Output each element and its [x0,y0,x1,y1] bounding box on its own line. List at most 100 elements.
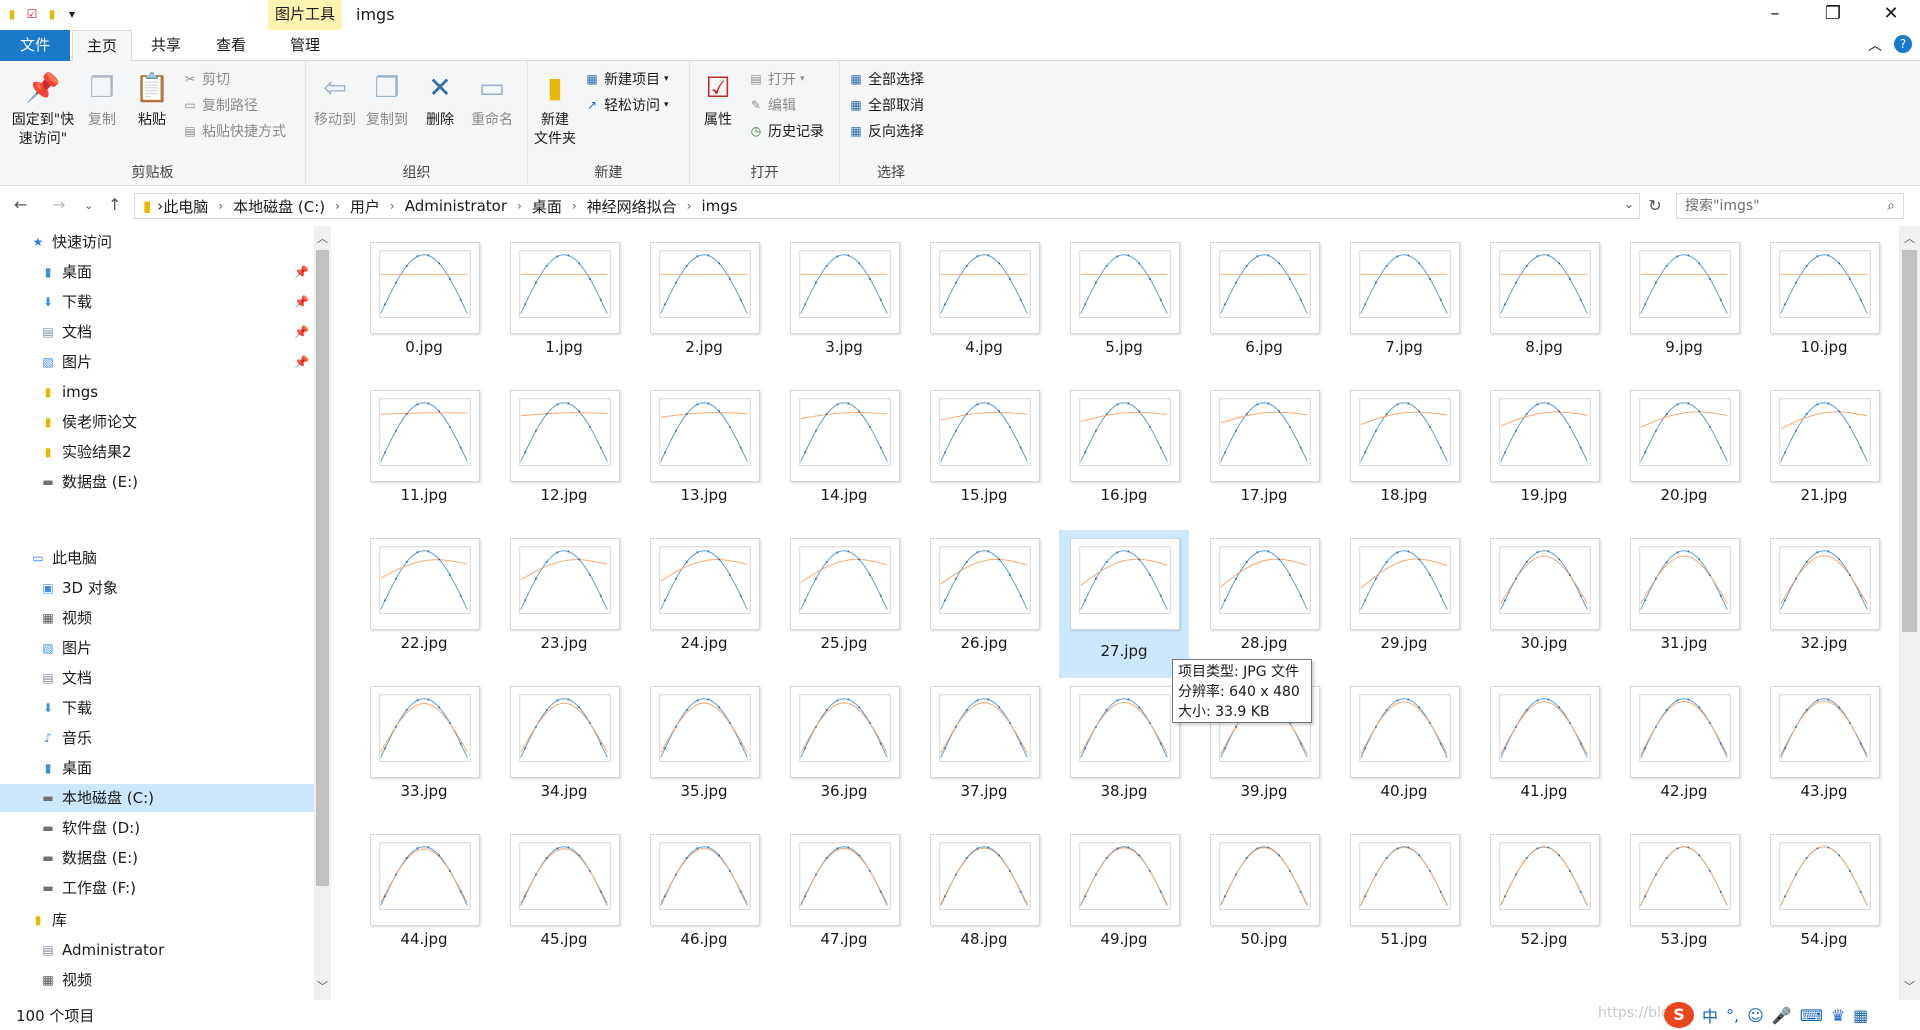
file-tile[interactable]: 48.jpg [919,826,1049,948]
close-button[interactable]: ✕ [1862,0,1920,30]
file-tile[interactable]: 31.jpg [1619,530,1749,652]
skin-icon[interactable]: ♛ [1831,1006,1845,1025]
toolbox-icon[interactable]: ▦ [1853,1006,1868,1025]
nav-item[interactable]: ▬ 工作盘 (F:) [40,874,136,902]
nav-item[interactable]: ▮ 桌面 [40,754,92,782]
cut-button[interactable]: ✂ 剪切 [182,69,230,89]
nav-item[interactable]: ▭ 此电脑 [30,544,97,572]
nav-item[interactable]: ⬇ 下载 [40,288,92,316]
file-tile[interactable]: 37.jpg [919,678,1049,800]
easy-access-button[interactable]: ↗ 轻松访问 ▾ [584,95,669,115]
file-tile[interactable]: 0.jpg [359,234,489,356]
file-tile[interactable]: 40.jpg [1339,678,1469,800]
nav-item[interactable]: ▮ 桌面 [40,258,92,286]
nav-item[interactable]: ▤ 文档 [40,664,92,692]
nav-item[interactable]: ▬ 数据盘 (E:) [40,844,138,872]
file-tile[interactable]: 8.jpg [1479,234,1609,356]
chevron-right-icon[interactable]: › [390,199,395,213]
breadcrumb-item[interactable]: Administrator [405,197,507,215]
nav-item[interactable]: ▣ 3D 对象 [40,574,118,602]
rename-button[interactable]: ▭ 重命名 [464,67,520,130]
nav-item[interactable]: ▬ 数据盘 (E:) [40,468,138,496]
invert-selection-button[interactable]: ▦ 反向选择 [848,121,924,141]
nav-item[interactable]: ▮ imgs [40,378,98,406]
move-to-button[interactable]: ⇦ 移动到 [310,67,360,130]
file-tile[interactable]: 26.jpg [919,530,1049,652]
tab-manage[interactable]: 管理 [270,30,340,61]
file-tile[interactable]: 15.jpg [919,382,1049,504]
ime-language[interactable]: 中 [1702,1003,1718,1027]
paste-shortcut-button[interactable]: ▤ 粘贴快捷方式 [182,121,286,141]
file-tile[interactable]: 19.jpg [1479,382,1609,504]
file-tile[interactable]: 13.jpg [639,382,769,504]
file-tile[interactable]: 4.jpg [919,234,1049,356]
new-item-button[interactable]: ▦ 新建项目 ▾ [584,69,668,89]
file-tile[interactable]: 33.jpg [359,678,489,800]
file-tile[interactable]: 1.jpg [499,234,629,356]
breadcrumb-item[interactable]: 神经网络拟合 [587,196,677,217]
file-tile[interactable]: 43.jpg [1759,678,1889,800]
navigation-scrollbar[interactable]: ︿ ﹀ [314,226,331,1000]
chevron-right-icon[interactable]: › [218,199,223,213]
copy-path-button[interactable]: ▭ 复制路径 [182,95,258,115]
scrollbar-thumb[interactable] [316,250,329,886]
file-tile[interactable]: 47.jpg [779,826,909,948]
delete-button[interactable]: ✕ 删除 [418,67,462,130]
select-none-button[interactable]: ▦ 全部取消 [848,95,924,115]
breadcrumb-item[interactable]: 此电脑 [163,196,208,217]
copy-to-button[interactable]: ❐ 复制到 [362,67,412,130]
file-tile[interactable]: 28.jpg [1199,530,1329,652]
scroll-up-icon[interactable]: ︿ [314,230,331,246]
punctuation-icon[interactable]: °, [1726,1006,1739,1025]
nav-item[interactable]: ▦ 视频 [40,966,92,994]
file-tile[interactable]: 5.jpg [1059,234,1189,356]
tab-share[interactable]: 共享 [140,30,192,61]
pin-icon[interactable]: 📌 [294,325,309,339]
nav-item[interactable]: ▮ 库 [30,906,67,934]
recent-locations-icon[interactable]: ⌄ [84,199,93,212]
open-button[interactable]: ▤ 打开 ▾ [748,69,804,89]
file-tile[interactable]: 2.jpg [639,234,769,356]
file-tile[interactable]: 35.jpg [639,678,769,800]
pin-icon[interactable]: 📌 [294,295,309,309]
file-tile[interactable]: 22.jpg [359,530,489,652]
nav-item[interactable]: ▧ 图片 [40,634,92,662]
breadcrumb-item[interactable]: 桌面 [532,196,562,217]
file-tile[interactable]: 3.jpg [779,234,909,356]
file-tile[interactable]: 36.jpg [779,678,909,800]
scroll-up-icon[interactable]: ︿ [1899,230,1920,246]
select-all-button[interactable]: ▦ 全部选择 [848,69,924,89]
back-arrow-icon[interactable]: ← [14,195,27,214]
file-tile[interactable]: 29.jpg [1339,530,1469,652]
file-tile[interactable]: 21.jpg [1759,382,1889,504]
file-tile[interactable]: 30.jpg [1479,530,1609,652]
nav-item[interactable]: ⬇ 下载 [40,694,92,722]
up-arrow-icon[interactable]: ↑ [108,195,121,214]
chevron-right-icon[interactable]: › [335,199,340,213]
chevron-right-icon[interactable]: › [572,199,577,213]
file-tile[interactable]: 32.jpg [1759,530,1889,652]
forward-arrow-icon[interactable]: → [52,195,65,214]
tab-file[interactable]: 文件 [0,30,70,61]
file-tile[interactable]: 50.jpg [1199,826,1329,948]
file-tile[interactable]: 23.jpg [499,530,629,652]
file-tile[interactable]: 14.jpg [779,382,909,504]
nav-item[interactable]: ▮ 实验结果2 [40,438,132,466]
chevron-right-icon[interactable]: › [687,199,692,213]
nav-item[interactable]: ▤ 文档 [40,318,92,346]
breadcrumb-item[interactable]: imgs [701,197,737,215]
file-tile[interactable]: 10.jpg [1759,234,1889,356]
collapse-ribbon-icon[interactable]: ︿ [1868,35,1882,55]
file-tile[interactable]: 20.jpg [1619,382,1749,504]
breadcrumb-item[interactable]: 本地磁盘 (C:) [233,196,325,217]
keyboard-icon[interactable]: ⌨ [1800,1006,1823,1025]
file-tile[interactable]: 24.jpg [639,530,769,652]
file-tile[interactable]: 7.jpg [1339,234,1469,356]
file-tile[interactable]: 45.jpg [499,826,629,948]
new-folder-button[interactable]: ▮ 新建 文件夹 [530,67,580,149]
file-tile[interactable]: 42.jpg [1619,678,1749,800]
file-tile[interactable]: 34.jpg [499,678,629,800]
file-tile[interactable]: 11.jpg [359,382,489,504]
file-tile[interactable]: 16.jpg [1059,382,1189,504]
pin-icon[interactable]: 📌 [294,265,309,279]
